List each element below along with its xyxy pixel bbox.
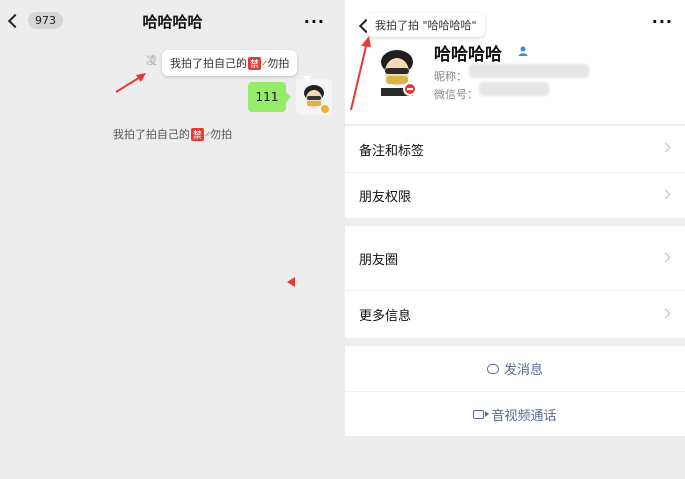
- tooltip-text-before: 我拍了拍自己的: [170, 57, 247, 70]
- remove-badge-icon: [403, 82, 417, 96]
- pat-notice-text-before: 我拍了拍自己的: [112, 128, 190, 141]
- profile-header-card: 我拍了拍 "哈哈哈哈" ··· 哈哈哈哈 昵称： 微信号：: [345, 0, 685, 124]
- wechat-id-redacted: [479, 82, 549, 96]
- red-arrow-annotation: [115, 73, 146, 93]
- outgoing-message-bubble[interactable]: 111: [248, 82, 291, 112]
- video-call-button[interactable]: 音视频通话: [345, 391, 685, 436]
- send-message-button[interactable]: 发消息: [345, 346, 685, 391]
- profile-more-button[interactable]: ···: [652, 12, 673, 31]
- pat-tooltip: 我拍了拍自己的禁 𝄍勿拍: [162, 50, 313, 81]
- red-pointer-icon: [287, 277, 295, 287]
- row-remark-tags-label: 备注和标签: [359, 143, 425, 159]
- profile-settings-section: 备注和标签 朋友权限: [345, 126, 685, 218]
- row-friend-permissions-label: 朋友权限: [359, 190, 412, 205]
- red-arrow-annotation: [350, 36, 371, 111]
- row-more-info[interactable]: 更多信息: [345, 290, 685, 338]
- profile-screen: 我拍了拍 "哈哈哈哈" ··· 哈哈哈哈 昵称： 微信号： 备注和标签 朋友权限…: [345, 0, 685, 479]
- screenshot-root: 973 哈哈哈哈 ··· 凌 我拍了拍自己的禁𝄍勿拍 111 我拍了拍自己的: [0, 0, 685, 479]
- chat-screen: 973 哈哈哈哈 ··· 凌 我拍了拍自己的禁𝄍勿拍 111 我拍了拍自己的: [0, 0, 345, 479]
- chevron-right-icon: [660, 308, 671, 319]
- my-avatar[interactable]: [296, 79, 332, 115]
- ban-emoji-icon: 禁: [190, 128, 204, 141]
- send-message-label: 发消息: [503, 363, 543, 378]
- ban-emoji-icon: 禁: [248, 57, 262, 70]
- pat-tooltip: 我拍了拍 "哈哈哈哈": [367, 13, 485, 37]
- row-moments[interactable]: 朋友圈: [345, 226, 685, 290]
- chevron-right-icon: [660, 252, 671, 263]
- chat-more-button[interactable]: ···: [304, 12, 325, 31]
- nickname-label: 昵称：: [434, 70, 467, 83]
- message-icon: [486, 363, 499, 374]
- video-icon: [473, 409, 490, 419]
- row-friend-permissions[interactable]: 朋友权限: [345, 172, 685, 218]
- chat-title: 哈哈哈哈: [142, 13, 203, 31]
- chevron-right-icon: [660, 142, 671, 153]
- tooltip-text-after: 勿拍: [267, 57, 290, 70]
- pat-notice: 我拍了拍自己的禁 𝄍勿拍: [0, 126, 345, 142]
- video-call-label: 音视频通话: [491, 408, 557, 424]
- chevron-right-icon: [660, 189, 671, 200]
- message-timestamp: 凌: [146, 54, 157, 67]
- wechat-id-label: 微信号：: [434, 88, 478, 101]
- profile-moments-section: 朋友圈 更多信息: [345, 226, 685, 338]
- row-moments-label: 朋友圈: [359, 252, 399, 268]
- nickname-redacted: [469, 64, 589, 78]
- row-remark-tags[interactable]: 备注和标签: [345, 126, 685, 172]
- contact-name: 哈哈哈哈: [434, 45, 502, 65]
- profile-actions-section: 发消息 音视频通话: [345, 346, 685, 436]
- person-icon: [518, 46, 528, 56]
- avatar-face-icon: [296, 79, 332, 115]
- row-more-info-label: 更多信息: [359, 309, 412, 324]
- pat-notice-text-after: 勿拍: [210, 128, 233, 141]
